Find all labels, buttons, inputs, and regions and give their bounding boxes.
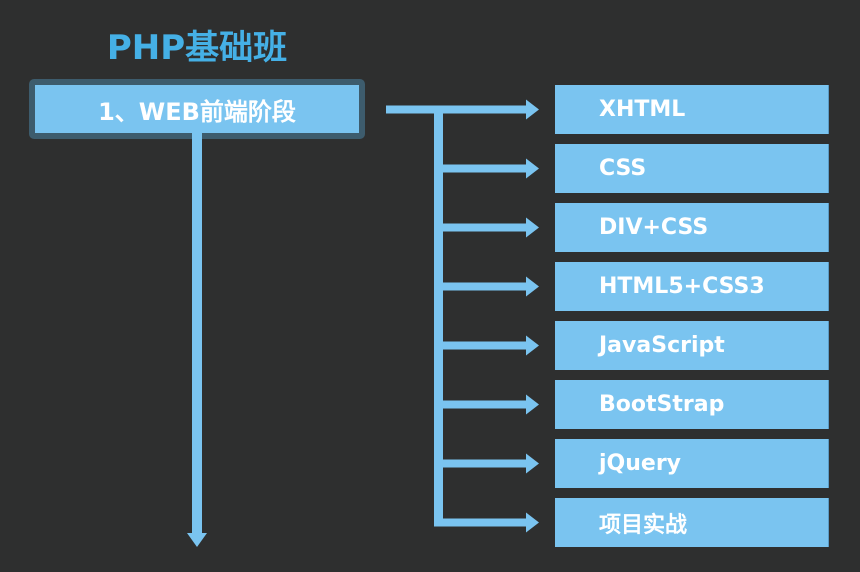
branch-line [440,105,528,114]
topic-label: BootStrap [599,392,725,417]
branch-line [440,282,528,291]
topic-label: HTML5+CSS3 [599,274,765,299]
timeline-line [192,133,202,535]
arrow-head-icon [526,335,539,356]
branch-line [440,164,528,173]
arrow-head-icon [526,276,539,297]
branch-line [440,459,528,468]
arrow-head-icon [526,512,539,533]
topic-node[interactable]: jQuery [555,439,829,488]
arrow-down-icon [187,533,207,547]
arrow-head-icon [526,394,539,415]
branch-line [440,400,528,409]
stage-connector-line [386,105,436,114]
branch-line [440,341,528,350]
arrow-head-icon [526,158,539,179]
topic-node[interactable]: CSS [555,144,829,193]
topic-node[interactable]: BootStrap [555,380,829,429]
topic-label: 项目实战 [599,512,688,538]
topic-label: DIV+CSS [599,215,709,240]
topic-node[interactable]: DIV+CSS [555,203,829,252]
topic-label: XHTML [599,97,686,122]
topic-node[interactable]: 项目实战 [555,498,829,547]
arrow-head-icon [526,99,539,120]
arrow-head-icon [526,453,539,474]
arrow-head-icon [526,217,539,238]
branch-line [440,223,528,232]
topic-label: JavaScript [599,333,725,358]
topic-label: CSS [599,156,647,181]
branch-line [440,518,528,527]
topic-label: jQuery [599,451,682,476]
topic-node[interactable]: XHTML [555,85,829,134]
topic-node[interactable]: JavaScript [555,321,829,370]
topic-node[interactable]: HTML5+CSS3 [555,262,829,311]
